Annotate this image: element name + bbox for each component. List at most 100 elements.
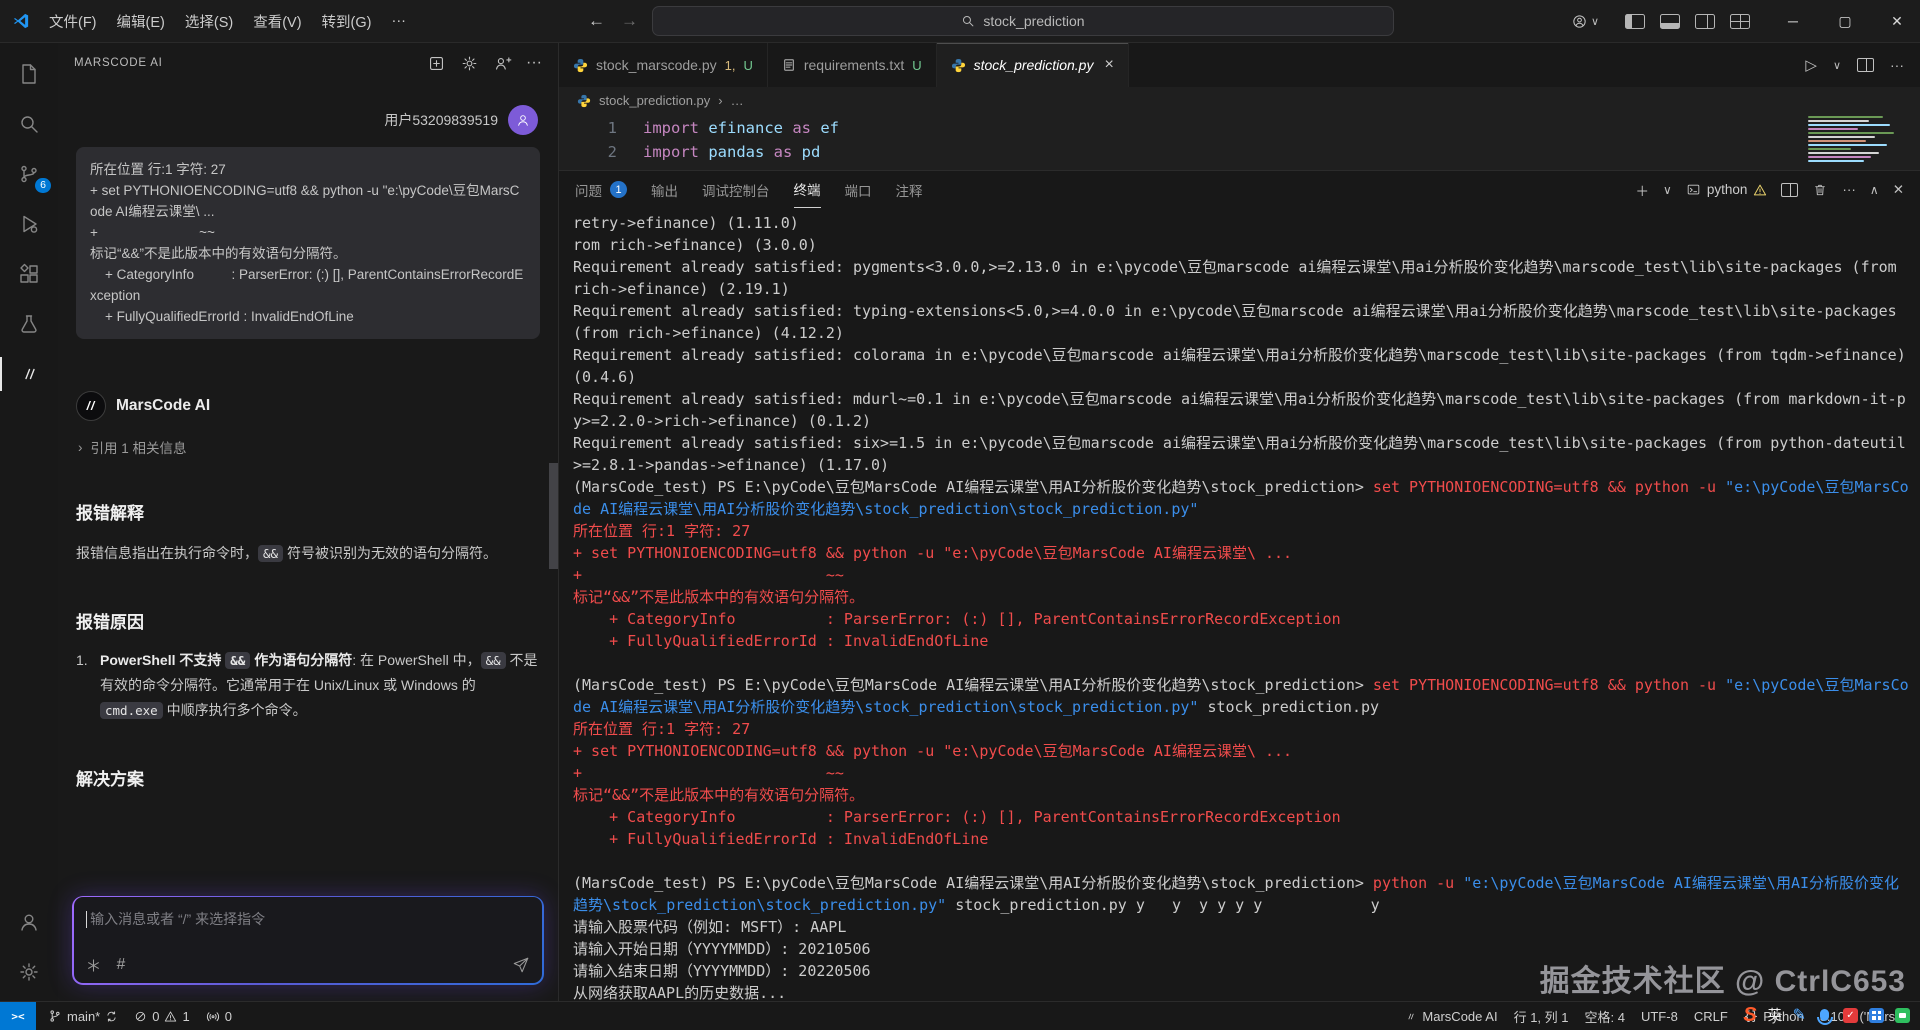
activity-account-icon[interactable] bbox=[0, 897, 58, 947]
cursor-position-item[interactable]: 行 1, 列 1 bbox=[1514, 1007, 1569, 1026]
breadcrumb[interactable]: stock_prediction.py › … bbox=[559, 87, 1920, 114]
run-python-file-icon[interactable]: ▷ bbox=[1805, 56, 1817, 74]
code-editor[interactable]: 1import efinance as ef2import pandas as … bbox=[559, 114, 1920, 170]
user-avatar bbox=[508, 105, 538, 135]
toggle-secondary-sidebar-icon[interactable] bbox=[1695, 14, 1715, 29]
tab-problem-badge: 1, bbox=[725, 58, 736, 73]
terminal-profile-dropdown-icon[interactable]: ∨ bbox=[1663, 183, 1672, 197]
toggle-panel-icon[interactable] bbox=[1660, 14, 1680, 29]
ime-mic-icon[interactable] bbox=[1820, 1009, 1829, 1021]
ime-calendar-icon[interactable]: ✓ bbox=[1843, 1008, 1858, 1023]
ime-pen-icon[interactable]: ✎ bbox=[1793, 1005, 1806, 1025]
split-editor-icon[interactable] bbox=[1857, 58, 1874, 72]
customize-layout-icon[interactable] bbox=[1730, 14, 1750, 29]
close-button[interactable]: ✕ bbox=[1874, 0, 1920, 42]
terminal-line: + FullyQualifiedErrorId : InvalidEndOfLi… bbox=[573, 630, 1910, 652]
sogou-logo-icon[interactable]: S bbox=[1743, 1004, 1756, 1027]
activity-bar: 6 bbox=[0, 43, 58, 1001]
context-hash-icon[interactable]: # bbox=[117, 956, 126, 974]
activity-settings-icon[interactable] bbox=[0, 947, 58, 997]
toggle-primary-sidebar-icon[interactable] bbox=[1625, 14, 1645, 29]
menu-edit[interactable]: 编辑(E) bbox=[108, 7, 174, 36]
ime-chat-icon[interactable] bbox=[1895, 1008, 1910, 1023]
command-sparkle-icon[interactable] bbox=[86, 958, 101, 973]
activity-run-debug-icon[interactable] bbox=[0, 199, 58, 249]
menu-file[interactable]: 文件(F) bbox=[40, 7, 106, 36]
menu-goto[interactable]: 转到(G) bbox=[313, 7, 381, 36]
terminal-content[interactable]: retry->efinance) (1.11.0)rom rich->efina… bbox=[559, 208, 1920, 1001]
tab-requirements[interactable]: requirements.txt U bbox=[768, 43, 937, 87]
tab-stock-prediction[interactable]: stock_prediction.py × bbox=[937, 43, 1129, 87]
send-button[interactable] bbox=[512, 956, 530, 974]
remote-indicator[interactable]: >< bbox=[0, 1002, 36, 1030]
code-line: 2import pandas as pd bbox=[559, 140, 1920, 164]
eol-item[interactable]: CRLF bbox=[1694, 1009, 1728, 1024]
nav-back-icon[interactable]: ← bbox=[586, 11, 607, 31]
tab-stock-marscode[interactable]: stock_marscode.py 1, U bbox=[559, 43, 768, 87]
chevron-right-icon: › bbox=[718, 93, 722, 108]
panel-tab-comments[interactable]: 注释 bbox=[896, 171, 923, 208]
activity-marscode-icon[interactable] bbox=[0, 349, 58, 399]
maximize-panel-icon[interactable]: ∧ bbox=[1870, 183, 1879, 197]
tab-git-status: U bbox=[743, 58, 752, 73]
problems-badge: 1 bbox=[610, 181, 627, 198]
profile-icon[interactable]: ∨ bbox=[1565, 13, 1605, 30]
terminal-line: (MarsCode_test) PS E:\pyCode\豆包MarsCode … bbox=[573, 872, 1910, 916]
minimize-button[interactable]: ─ bbox=[1770, 0, 1816, 42]
more-actions-icon[interactable]: ··· bbox=[526, 54, 542, 72]
activity-source-control-icon[interactable]: 6 bbox=[0, 149, 58, 199]
problems-item[interactable]: 0 1 bbox=[134, 1009, 189, 1024]
activity-extensions-icon[interactable] bbox=[0, 249, 58, 299]
search-box[interactable]: stock_prediction bbox=[652, 6, 1394, 36]
terminal-line: + FullyQualifiedErrorId : InvalidEndOfLi… bbox=[573, 828, 1910, 850]
assistant-name: MarsCode AI bbox=[116, 397, 210, 415]
panel-tab-terminal[interactable]: 终端 bbox=[794, 171, 821, 208]
panel-tab-problems[interactable]: 问题 1 bbox=[575, 171, 627, 208]
indentation-item[interactable]: 空格: 4 bbox=[1585, 1007, 1625, 1026]
menu-selection[interactable]: 选择(S) bbox=[176, 7, 242, 36]
nav-forward-icon[interactable]: → bbox=[619, 11, 640, 31]
activity-search-icon[interactable] bbox=[0, 99, 58, 149]
marscode-status-item[interactable]: MarsCode AI bbox=[1404, 1009, 1497, 1024]
chat-input[interactable]: 输入消息或者 “/” 来选择指令 # bbox=[74, 897, 543, 983]
ime-grid-icon[interactable] bbox=[1869, 1008, 1884, 1023]
inline-code: && bbox=[258, 545, 283, 562]
vscode-logo-icon bbox=[12, 12, 30, 30]
status-bar: >< main* 0 1 0 MarsCode AI 行 bbox=[0, 1001, 1920, 1030]
terminal-line: 标记“&&”不是此版本中的有效语句分隔符。 bbox=[573, 784, 1910, 806]
panel-more-actions-icon[interactable]: ··· bbox=[1842, 182, 1856, 197]
activity-test-icon[interactable] bbox=[0, 299, 58, 349]
menu-view[interactable]: 查看(V) bbox=[244, 7, 310, 36]
sidebar-title: MARSCODE AI bbox=[74, 57, 163, 69]
run-dropdown-icon[interactable]: ∨ bbox=[1833, 59, 1841, 72]
terminal-line: Requirement already satisfied: colorama … bbox=[573, 344, 1910, 388]
activity-explorer-icon[interactable] bbox=[0, 49, 58, 99]
panel-tab-debug-console[interactable]: 调试控制台 bbox=[702, 171, 770, 208]
minimap[interactable] bbox=[1808, 116, 1904, 162]
new-chat-icon[interactable] bbox=[427, 54, 446, 73]
share-profile-icon[interactable] bbox=[493, 54, 512, 73]
close-panel-icon[interactable]: ✕ bbox=[1893, 182, 1904, 198]
panel-tab-ports[interactable]: 端口 bbox=[845, 171, 872, 208]
chat-scrollbar[interactable] bbox=[549, 463, 558, 569]
panel-tab-output[interactable]: 输出 bbox=[651, 171, 678, 208]
menu-more[interactable]: ··· bbox=[382, 9, 415, 33]
terminal-list-item[interactable]: python bbox=[1686, 182, 1768, 197]
heading-error-reason: 报错原因 bbox=[76, 608, 540, 633]
kill-terminal-icon[interactable] bbox=[1812, 182, 1828, 198]
split-terminal-icon[interactable] bbox=[1781, 183, 1798, 197]
ime-language-indicator[interactable]: 英 bbox=[1768, 1005, 1782, 1025]
terminal-warning-icon bbox=[1753, 183, 1767, 197]
editor-more-actions-icon[interactable]: ··· bbox=[1890, 57, 1904, 73]
reason-list-item: 1. PowerShell 不支持 && 作为语句分隔符: 在 PowerShe… bbox=[76, 648, 540, 723]
chat-settings-icon[interactable] bbox=[460, 54, 479, 73]
error-icon bbox=[134, 1010, 147, 1023]
new-terminal-icon[interactable]: ＋ bbox=[1636, 180, 1650, 200]
ports-item[interactable]: 0 bbox=[206, 1009, 232, 1024]
close-tab-icon[interactable]: × bbox=[1104, 57, 1113, 73]
encoding-item[interactable]: UTF-8 bbox=[1641, 1009, 1678, 1024]
reference-toggle[interactable]: › 引用 1 相关信息 bbox=[78, 437, 540, 457]
marscode-logo-icon: // bbox=[76, 391, 106, 421]
git-branch-item[interactable]: main* bbox=[48, 1009, 118, 1024]
maximize-button[interactable]: ▢ bbox=[1822, 0, 1868, 42]
